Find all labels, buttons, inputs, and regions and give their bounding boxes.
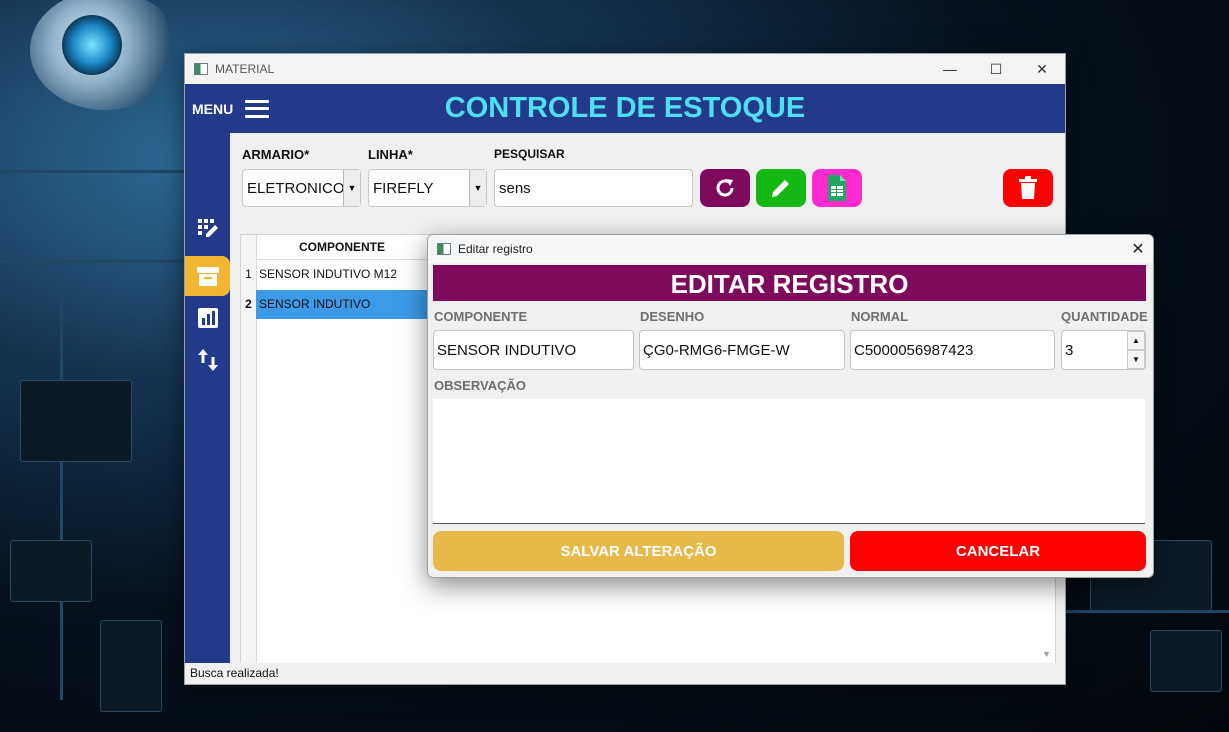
minimize-button[interactable]: —: [927, 54, 973, 84]
pencil-icon: [772, 180, 789, 197]
delete-button[interactable]: [1003, 169, 1053, 207]
dialog-title-bar: Editar registro ✕: [428, 235, 1153, 263]
normal-field[interactable]: C5000056987423: [850, 330, 1055, 370]
quantidade-value: 3: [1065, 341, 1074, 359]
observacao-label: OBSERVAÇÃO: [434, 378, 526, 393]
maximize-button[interactable]: ☐: [973, 54, 1019, 84]
linha-select[interactable]: FIREFLY ▼: [368, 169, 487, 207]
dialog-banner: EDITAR REGISTRO: [433, 265, 1146, 301]
row-number: 1: [245, 267, 252, 281]
pcb-trace: [1064, 610, 1229, 613]
close-button[interactable]: ✕: [1019, 54, 1065, 84]
sidebar-item-reports[interactable]: [193, 303, 223, 333]
observacao-textarea[interactable]: [433, 399, 1145, 524]
chevron-down-icon: ▼: [469, 170, 486, 206]
trash-icon: [1019, 176, 1037, 199]
edit-grid-icon: [198, 219, 218, 237]
spreadsheet-button[interactable]: [812, 169, 862, 207]
app-icon: [437, 243, 451, 255]
row-number: 2: [245, 297, 252, 311]
desenho-value: ÇG0-RMG6-FMGE-W: [643, 341, 790, 359]
cell-componente[interactable]: SENSOR INDUTIVO M12: [259, 260, 397, 289]
chip-graphic: [1150, 630, 1222, 692]
chevron-down-icon: ▼: [343, 170, 360, 206]
linha-label: LINHA*: [368, 147, 413, 162]
search-value: sens: [499, 179, 531, 197]
componente-field[interactable]: SENSOR INDUTIVO: [433, 330, 634, 370]
table-row-selected[interactable]: 2 SENSOR INDUTIVO: [241, 290, 429, 319]
archive-box-icon: [196, 267, 219, 286]
linha-value: FIREFLY: [373, 179, 434, 197]
dialog-title: Editar registro: [458, 242, 533, 256]
quantidade-stepper[interactable]: 3 ▲ ▼: [1061, 330, 1146, 370]
sidebar-item-storage[interactable]: [185, 256, 230, 296]
dialog-close-button[interactable]: ✕: [1123, 239, 1153, 259]
menu-label: MENU: [192, 100, 234, 117]
sidebar-item-transfers[interactable]: [193, 345, 223, 375]
pcb-trace: [0, 260, 184, 263]
title-bar: MATERIAL — ☐ ✕: [185, 54, 1065, 84]
status-bar: Busca realizada!: [185, 663, 1065, 684]
normal-value: C5000056987423: [854, 341, 974, 359]
componente-value: SENSOR INDUTIVO: [437, 341, 577, 359]
pesquisar-label: PESQUISAR: [494, 147, 565, 161]
normal-label: NORMAL: [851, 309, 909, 324]
armario-value: ELETRONICO: [247, 179, 345, 197]
hamburger-menu-icon[interactable]: [245, 99, 270, 118]
sidebar-item-edit[interactable]: [193, 213, 223, 243]
save-button[interactable]: SALVAR ALTERAÇÃO: [433, 531, 844, 571]
pcb-trace: [60, 300, 63, 700]
cancel-button[interactable]: CANCELAR: [850, 531, 1146, 571]
pcb-trace: [0, 170, 184, 173]
search-input[interactable]: sens: [494, 169, 693, 207]
swap-vertical-icon: [198, 349, 218, 371]
chip-graphic: [10, 540, 92, 602]
sidebar: [185, 133, 230, 663]
window-title: MATERIAL: [215, 62, 275, 76]
app-title: CONTROLE DE ESTOQUE: [444, 92, 806, 124]
cell-componente[interactable]: SENSOR INDUTIVO: [259, 290, 370, 319]
spreadsheet-icon: [828, 175, 846, 201]
desenho-field[interactable]: ÇG0-RMG6-FMGE-W: [639, 330, 845, 370]
desenho-label: DESENHO: [640, 309, 705, 324]
app-icon: [194, 63, 208, 75]
scroll-down-icon[interactable]: ▼: [1042, 649, 1051, 659]
report-chart-icon: [198, 308, 218, 328]
refresh-button[interactable]: [700, 169, 750, 207]
chip-graphic: [20, 380, 132, 462]
chip-graphic: [100, 620, 162, 712]
app-header: MENU CONTROLE DE ESTOQUE: [185, 84, 1065, 133]
column-header-componente[interactable]: COMPONENTE: [256, 235, 428, 260]
refresh-icon: [716, 179, 734, 197]
decrement-button[interactable]: ▼: [1127, 350, 1145, 369]
increment-button[interactable]: ▲: [1127, 331, 1145, 350]
edit-button[interactable]: [756, 169, 806, 207]
edit-dialog: Editar registro ✕ EDITAR REGISTRO COMPON…: [427, 234, 1154, 578]
quantidade-label: QUANTIDADE: [1061, 309, 1148, 324]
robot-eye-graphic: [62, 15, 122, 75]
armario-select[interactable]: ELETRONICO ▼: [242, 169, 361, 207]
spinbox-arrows: ▲ ▼: [1127, 331, 1145, 369]
componente-label: COMPONENTE: [434, 309, 528, 324]
table-row[interactable]: 1 SENSOR INDUTIVO M12: [241, 260, 429, 289]
armario-label: ARMARIO*: [242, 147, 310, 162]
